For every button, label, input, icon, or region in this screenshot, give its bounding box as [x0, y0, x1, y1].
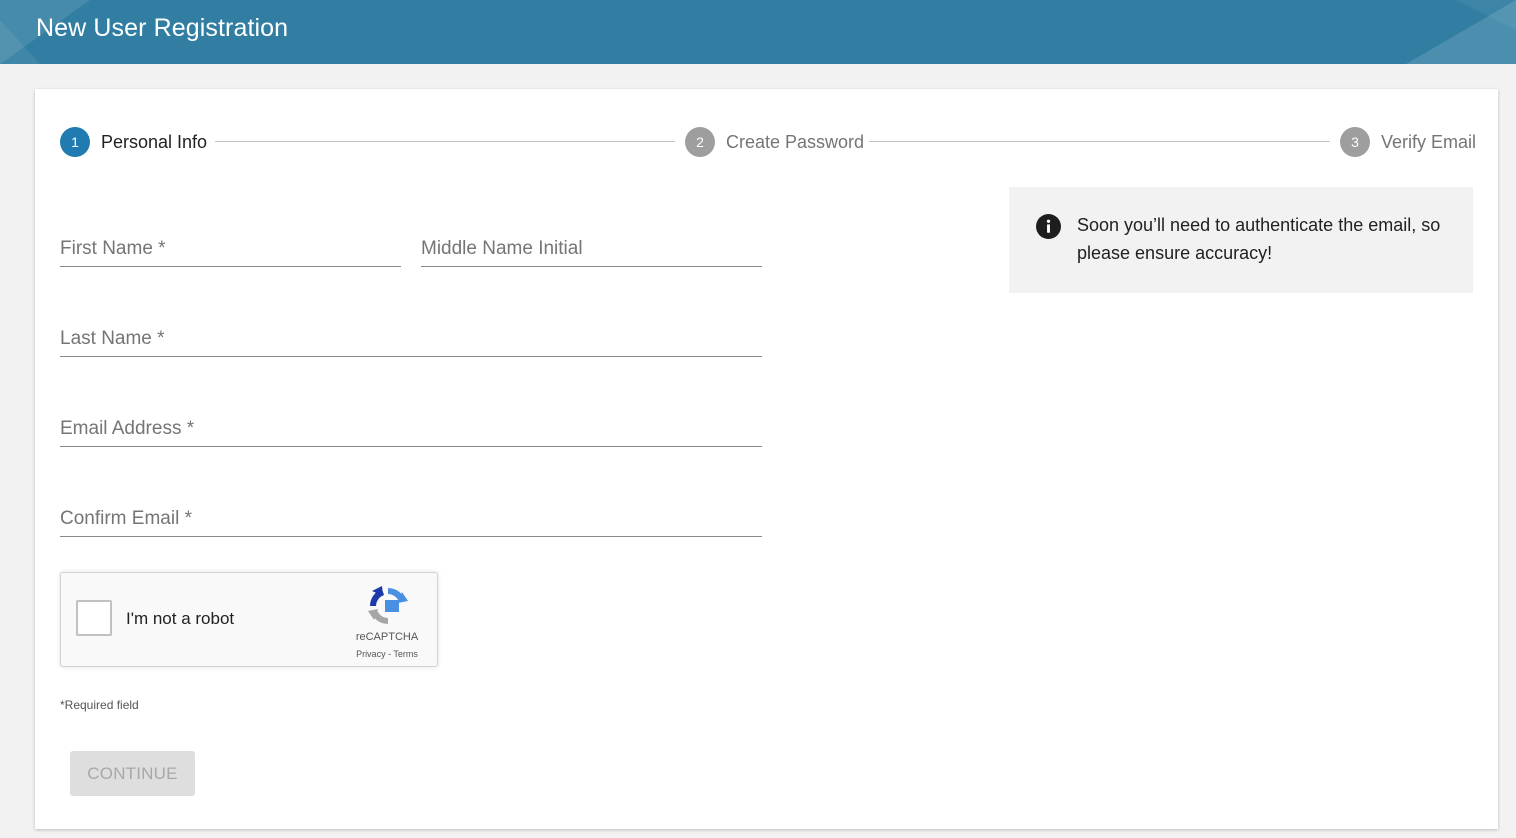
step-create-password: 2 Create Password	[685, 126, 864, 158]
header-decoration	[1456, 0, 1516, 30]
recaptcha-links: Privacy - Terms	[337, 649, 437, 659]
recaptcha-widget: I'm not a robot reCAPTCHA Privacy - Term…	[60, 572, 438, 667]
continue-button[interactable]: CONTINUE	[70, 751, 195, 796]
recaptcha-logo-icon	[368, 586, 408, 624]
last-name-field	[60, 316, 762, 357]
info-icon	[1036, 214, 1061, 239]
step-verify-email: 3 Verify Email	[1340, 126, 1476, 158]
registration-stepper: 1 Personal Info 2 Create Password 3 Veri…	[60, 126, 1476, 158]
confirm-email-input[interactable]	[60, 508, 762, 530]
email-input[interactable]	[60, 418, 762, 440]
recaptcha-label: I'm not a robot	[126, 609, 235, 628]
header-decoration	[0, 20, 40, 64]
page-title: New User Registration	[36, 14, 289, 42]
step-personal-info: 1 Personal Info	[60, 126, 207, 158]
step-label: Personal Info	[101, 131, 208, 152]
recaptcha-checkbox[interactable]	[76, 600, 112, 636]
registration-card: 1 Personal Info 2 Create Password 3 Veri…	[35, 89, 1498, 829]
info-notice: Soon you’ll need to authenticate the ema…	[1009, 187, 1473, 293]
recaptcha-terms-link[interactable]: Terms	[393, 649, 418, 659]
app-header: New User Registration	[0, 0, 1516, 64]
confirm-email-field	[60, 496, 762, 537]
required-field-note: *Required field	[60, 698, 139, 712]
step-number-badge: 2	[685, 127, 715, 157]
last-name-input[interactable]	[60, 328, 762, 350]
step-label: Create Password	[726, 131, 865, 152]
recaptcha-brand: reCAPTCHA	[355, 631, 419, 643]
step-connector	[215, 141, 675, 142]
recaptcha-privacy-link[interactable]: Privacy	[356, 649, 386, 659]
step-label: Verify Email	[1381, 131, 1477, 152]
first-name-input[interactable]	[60, 238, 401, 260]
first-name-field	[60, 226, 401, 267]
step-connector	[869, 141, 1330, 142]
middle-initial-field	[421, 226, 762, 267]
step-number-badge: 3	[1340, 127, 1370, 157]
info-message: Soon you’ll need to authenticate the ema…	[1077, 215, 1441, 263]
step-number-badge: 1	[60, 127, 90, 157]
email-field	[60, 406, 762, 447]
middle-initial-input[interactable]	[421, 238, 762, 260]
